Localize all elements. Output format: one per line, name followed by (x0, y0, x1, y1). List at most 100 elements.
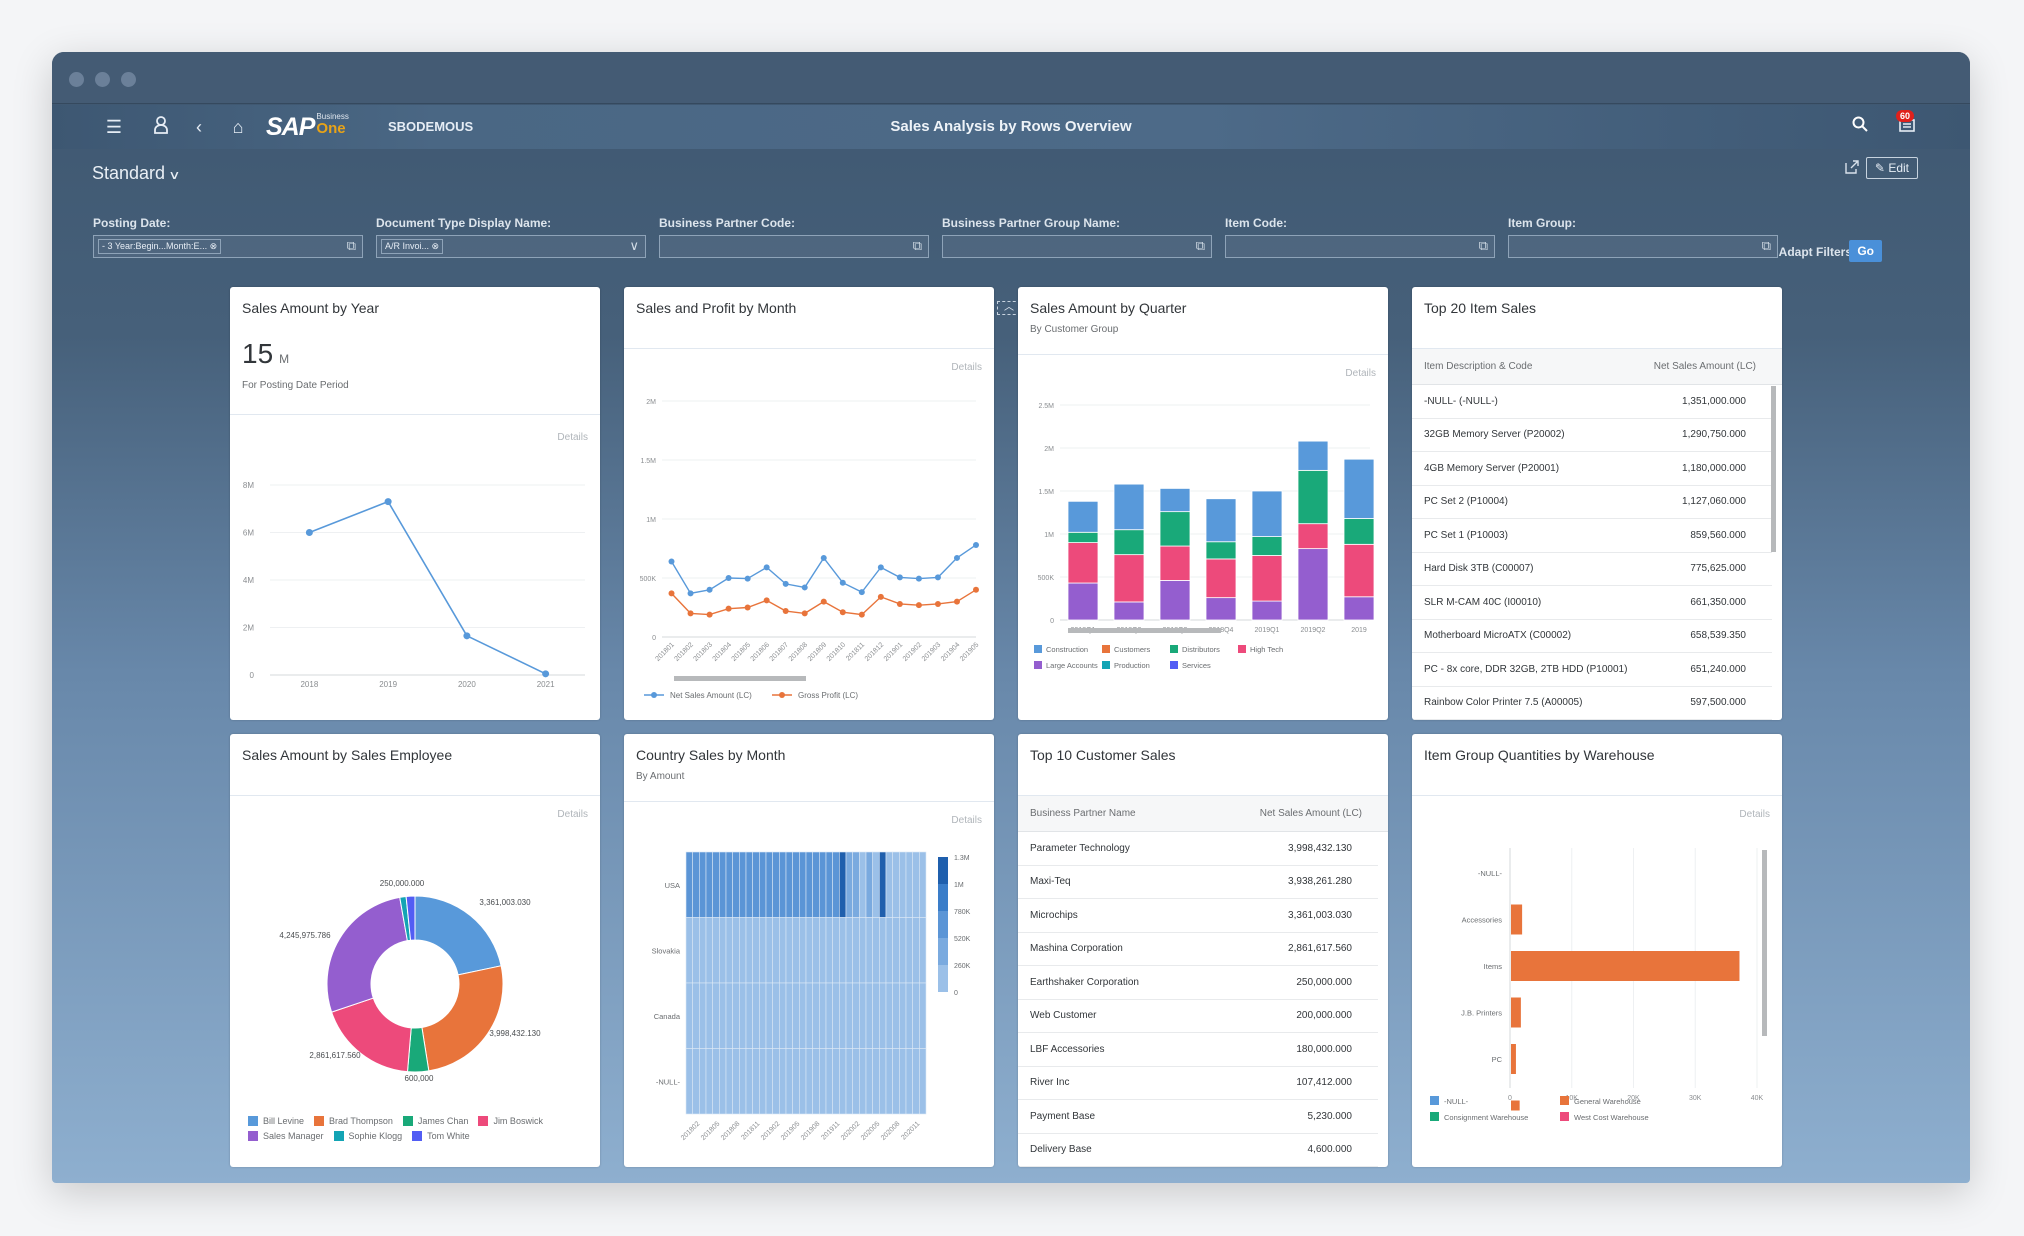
value-help-icon[interactable]: ⧉ (1479, 238, 1488, 254)
legend-swatch (1430, 1096, 1439, 1105)
business-partner-group-input[interactable]: ⧉ (942, 235, 1212, 258)
legend-swatch (1102, 661, 1110, 669)
heatmap-cell (759, 851, 767, 918)
card-header[interactable]: Top 20 Item Sales (1412, 287, 1782, 349)
document-type-select[interactable]: A/R Invoi... ⊗ ∨ (376, 235, 646, 258)
table-row[interactable]: Maxi-Teq 3,938,261.280 (1018, 866, 1378, 899)
slice-label: 250,000.000 (380, 879, 425, 888)
heatmap-cell (865, 1048, 873, 1115)
chevron-down-icon[interactable]: ∨ (629, 238, 639, 254)
table-body: Parameter Technology 3,998,432.130 Maxi-Te… (1018, 832, 1388, 1167)
card-header[interactable]: Item Group Quantities by Warehouse (1412, 734, 1782, 796)
card-top10-customers[interactable]: Top 10 Customer Sales Business Partner N… (1018, 734, 1388, 1167)
item-code-input[interactable]: ⧉ (1225, 235, 1495, 258)
heatmap-cell (845, 851, 853, 918)
table-row[interactable]: Payment Base 5,230.000 (1018, 1100, 1378, 1134)
posting-date-input[interactable]: - 3 Year:Begin...Month:E... ⊗ ⧉ (93, 235, 363, 258)
card-country-sales[interactable]: Country Sales by Month By Amount Details… (624, 734, 994, 1167)
table-row[interactable]: PC Set 2 (P10004) 1,127,060.000 (1412, 486, 1772, 519)
variant-selector[interactable]: Standard ∨ (92, 163, 181, 184)
value-help-icon[interactable]: ⧉ (347, 238, 356, 254)
share-icon[interactable] (1844, 159, 1860, 180)
table-row[interactable]: 32GB Memory Server (P20002) 1,290,750.000 (1412, 419, 1772, 452)
heatmap-cell (692, 851, 700, 918)
heatmap-cell (725, 917, 733, 984)
table-scrollbar[interactable] (1771, 386, 1776, 552)
table-row[interactable]: PC - 8x core, DDR 32GB, 2TB HDD (P10001)… (1412, 653, 1772, 687)
card-header[interactable]: Top 10 Customer Sales (1018, 734, 1388, 796)
table-row[interactable]: Parameter Technology 3,998,432.130 (1018, 832, 1378, 866)
chart-scrollbar (1762, 850, 1767, 1036)
bar-segment (1343, 458, 1375, 519)
table-row[interactable]: Microchips 3,361,003.030 (1018, 899, 1378, 933)
y-tick-label: 1.5M (1038, 489, 1054, 496)
table-row[interactable]: Motherboard MicroATX (C00002) 658,539.350 (1412, 620, 1772, 653)
table-row[interactable]: -NULL- (-NULL-) 1,351,000.000 (1412, 385, 1772, 419)
card-sales-by-quarter[interactable]: Sales Amount by Quarter By Customer Grou… (1018, 287, 1388, 720)
heatmap-cell (892, 917, 900, 984)
x-tick-label: 201902 (902, 641, 924, 663)
go-button[interactable]: Go (1849, 240, 1882, 262)
adapt-filters-button[interactable]: Adapt Filters (1779, 245, 1852, 259)
data-point (896, 600, 903, 607)
card-top20-items[interactable]: Top 20 Item Sales Item Description & Cod… (1412, 287, 1782, 720)
table-row[interactable]: SLR M-CAM 40C (I00010) 661,350.000 (1412, 586, 1772, 620)
card-header[interactable]: Sales Amount by Quarter By Customer Grou… (1018, 287, 1388, 355)
table-row[interactable]: PC Set 1 (P10003) 859,560.000 (1412, 519, 1772, 553)
card-header[interactable]: Sales and Profit by Month (624, 287, 994, 349)
legend-label: High Tech (1250, 645, 1283, 654)
business-partner-code-input[interactable]: ⧉ (659, 235, 929, 258)
y-tick-label: 2.5M (1038, 403, 1054, 410)
heatmap-cell (905, 982, 913, 1049)
data-point (858, 589, 865, 596)
remove-token-icon[interactable]: ⊗ (432, 241, 440, 251)
table-row[interactable]: Hard Disk 3TB (C00007) 775,625.000 (1412, 553, 1772, 586)
data-point (744, 575, 751, 582)
table-row[interactable]: Mashina Corporation 2,861,617.560 (1018, 933, 1378, 966)
legend-marker (651, 692, 657, 698)
table-row[interactable]: Web Customer 200,000.000 (1018, 1000, 1378, 1033)
heatmap-cell (752, 1048, 760, 1115)
window-minimize-button[interactable] (95, 72, 110, 87)
y-tick-label: -NULL- (1478, 869, 1503, 878)
bar-segment (1297, 548, 1329, 621)
value-help-icon[interactable]: ⧉ (1762, 238, 1771, 254)
heatmap-cell (825, 1048, 833, 1115)
window-maximize-button[interactable] (121, 72, 136, 87)
card-sales-profit-month[interactable]: Sales and Profit by Month Details 0 500K 1… (624, 287, 994, 720)
filter-token[interactable]: A/R Invoi... ⊗ (381, 239, 444, 254)
value-help-icon[interactable]: ⧉ (1196, 238, 1205, 254)
card-header[interactable]: Country Sales by Month By Amount (624, 734, 994, 802)
cell-name: Microchips (1030, 909, 1078, 921)
remove-token-icon[interactable]: ⊗ (210, 241, 218, 251)
value-help-icon[interactable]: ⧉ (913, 238, 922, 254)
heatmap-cell (919, 917, 927, 984)
search-icon[interactable] (1848, 115, 1872, 139)
window-close-button[interactable] (69, 72, 84, 87)
filter-token[interactable]: - 3 Year:Begin...Month:E... ⊗ (98, 239, 222, 254)
y-tick-label: 4M (243, 576, 254, 585)
bar-segment (1159, 580, 1191, 621)
table-row[interactable]: Earthshaker Corporation 250,000.000 (1018, 966, 1378, 1000)
legend-label: Consignment Warehouse (1444, 1113, 1528, 1122)
table-row[interactable]: Rainbow Color Printer 7.5 (A00005) 597,50… (1412, 687, 1772, 720)
table-row[interactable]: 4GB Memory Server (P20001) 1,180,000.000 (1412, 452, 1772, 486)
heatmap-cell (705, 851, 713, 918)
heatmap-cell (885, 982, 893, 1049)
item-group-input[interactable]: ⧉ (1508, 235, 1778, 258)
card-header[interactable]: Sales Amount by Sales Employee (230, 734, 600, 796)
card-sales-by-employee[interactable]: Sales Amount by Sales Employee Details 3… (230, 734, 600, 1167)
donut-slice (330, 997, 412, 1073)
table-row[interactable]: LBF Accessories 180,000.000 (1018, 1033, 1378, 1067)
card-header[interactable]: Sales Amount by Year 15 M For Posting Dat… (230, 287, 600, 415)
legend-swatch (402, 1116, 413, 1126)
edit-button[interactable]: ✎ Edit (1865, 157, 1918, 179)
card-item-group-warehouse[interactable]: Item Group Quantities by Warehouse Detai… (1412, 734, 1782, 1167)
card-sales-by-year[interactable]: Sales Amount by Year 15 M For Posting Dat… (230, 287, 600, 720)
table-row[interactable]: River Inc 107,412.000 (1018, 1067, 1378, 1100)
y-tick-label: 1M (1044, 532, 1054, 539)
x-tick-label: 201802 (680, 1120, 702, 1142)
table-row[interactable]: Delivery Base 4,600.000 (1018, 1134, 1378, 1167)
cell-amount: 5,230.000 (1307, 1110, 1353, 1122)
heatmap-cell (685, 917, 693, 984)
